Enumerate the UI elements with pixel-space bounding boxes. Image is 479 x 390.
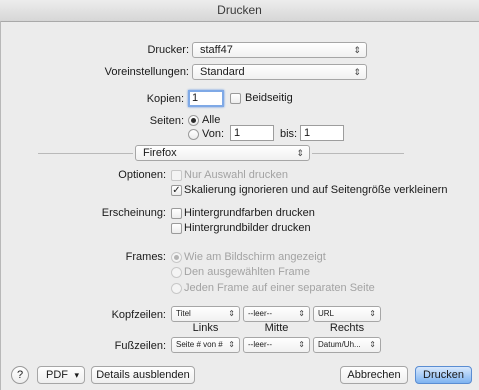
bg-colors-label: Hintergrundfarben drucken (184, 207, 315, 219)
bg-images-label: Hintergrundbilder drucken (184, 222, 311, 234)
pdf-label: PDF (46, 369, 68, 381)
popup-arrows-icon: ⇕ (228, 340, 235, 349)
header-right-popup[interactable]: URL ⇕ (313, 306, 381, 322)
popup-arrows-icon: ⇕ (298, 309, 305, 318)
printer-popup[interactable]: staff47 ⇕ (192, 42, 367, 58)
bg-images-checkbox[interactable] (171, 223, 182, 234)
copies-label: Kopien: (146, 93, 184, 105)
frames-each-radio[interactable] (171, 283, 182, 294)
headers-label: Kopfzeilen: (111, 309, 166, 321)
duplex-label: Beidseitig (245, 92, 293, 104)
print-button[interactable]: Drucken (415, 366, 472, 384)
frames-selected-radio[interactable] (171, 267, 182, 278)
pdf-menu-button[interactable]: PDF ▾ (37, 366, 85, 384)
header-center-value: --leer-- (248, 309, 272, 318)
pages-from-radio[interactable] (188, 129, 199, 140)
chevron-down-icon: ▾ (74, 370, 79, 380)
section-value: Firefox (143, 147, 177, 159)
popup-arrows-icon: ⇕ (298, 340, 305, 349)
popup-arrows-icon: ⇕ (369, 340, 376, 349)
selection-only-label: Nur Auswahl drucken (184, 169, 288, 181)
radio-dot (191, 118, 196, 123)
footers-label: Fußzeilen: (114, 340, 166, 352)
pages-from-input[interactable]: 1 (230, 125, 274, 141)
presets-label: Voreinstellungen: (104, 66, 189, 78)
header-center-popup[interactable]: --leer-- ⇕ (243, 306, 310, 322)
pages-from-label: Von: (202, 128, 225, 140)
cancel-button[interactable]: Abbrechen (340, 366, 408, 384)
pages-to-label: bis: (280, 128, 298, 140)
header-left-popup[interactable]: Titel ⇕ (171, 306, 240, 322)
popup-arrows-icon: ⇕ (353, 45, 361, 55)
separator-left (38, 153, 133, 154)
popup-arrows-icon: ⇕ (369, 309, 376, 318)
check-icon: ✓ (172, 185, 181, 196)
radio-dot (174, 255, 179, 260)
column-left-label: Links (192, 322, 219, 334)
frames-label: Frames: (125, 251, 166, 263)
details-toggle-button[interactable]: Details ausblenden (91, 366, 195, 384)
column-right-label: Rechts (329, 322, 365, 334)
presets-value: Standard (200, 66, 245, 78)
shrink-label: Skalierung ignorieren und auf Seitengröß… (184, 184, 448, 196)
help-button[interactable]: ? (11, 366, 29, 384)
pages-all-label: Alle (202, 114, 221, 126)
window-title: Drucken (0, 0, 479, 22)
pages-label: Seiten: (149, 115, 184, 127)
copies-input[interactable]: 1 (188, 90, 224, 107)
separator-right (312, 153, 404, 154)
column-center-label: Mitte (264, 322, 289, 334)
pages-all-radio[interactable] (188, 115, 199, 126)
bg-colors-checkbox[interactable] (171, 208, 182, 219)
shrink-checkbox[interactable]: ✓ (171, 185, 182, 196)
appearance-label: Erscheinung: (101, 207, 166, 219)
pages-to-input[interactable]: 1 (300, 125, 344, 141)
footer-center-popup[interactable]: --leer-- ⇕ (243, 337, 310, 353)
duplex-checkbox[interactable] (230, 93, 241, 104)
footer-left-popup[interactable]: Seite # von # ⇕ (171, 337, 240, 353)
frames-as-shown-label: Wie am Bildschirm angezeigt (184, 251, 326, 263)
presets-popup[interactable]: Standard ⇕ (192, 64, 367, 80)
footer-left-value: Seite # von # (176, 340, 223, 349)
header-left-value: Titel (176, 309, 191, 318)
window-edge (0, 21, 1, 390)
frames-as-shown-radio[interactable] (171, 252, 182, 263)
footer-center-value: --leer-- (248, 340, 272, 349)
options-label: Optionen: (118, 169, 166, 181)
section-popup[interactable]: Firefox ⇕ (135, 145, 310, 161)
footer-right-popup[interactable]: Datum/Uh... ⇕ (313, 337, 381, 353)
frames-each-label: Jeden Frame auf einer separaten Seite (184, 282, 375, 294)
popup-arrows-icon: ⇕ (228, 309, 235, 318)
selection-only-checkbox[interactable] (171, 170, 182, 181)
frames-selected-label: Den ausgewählten Frame (184, 266, 310, 278)
printer-value: staff47 (200, 44, 233, 56)
popup-arrows-icon: ⇕ (296, 148, 304, 158)
footer-right-value: Datum/Uh... (318, 340, 361, 349)
printer-label: Drucker: (147, 44, 189, 56)
header-right-value: URL (318, 309, 335, 318)
popup-arrows-icon: ⇕ (353, 67, 361, 77)
